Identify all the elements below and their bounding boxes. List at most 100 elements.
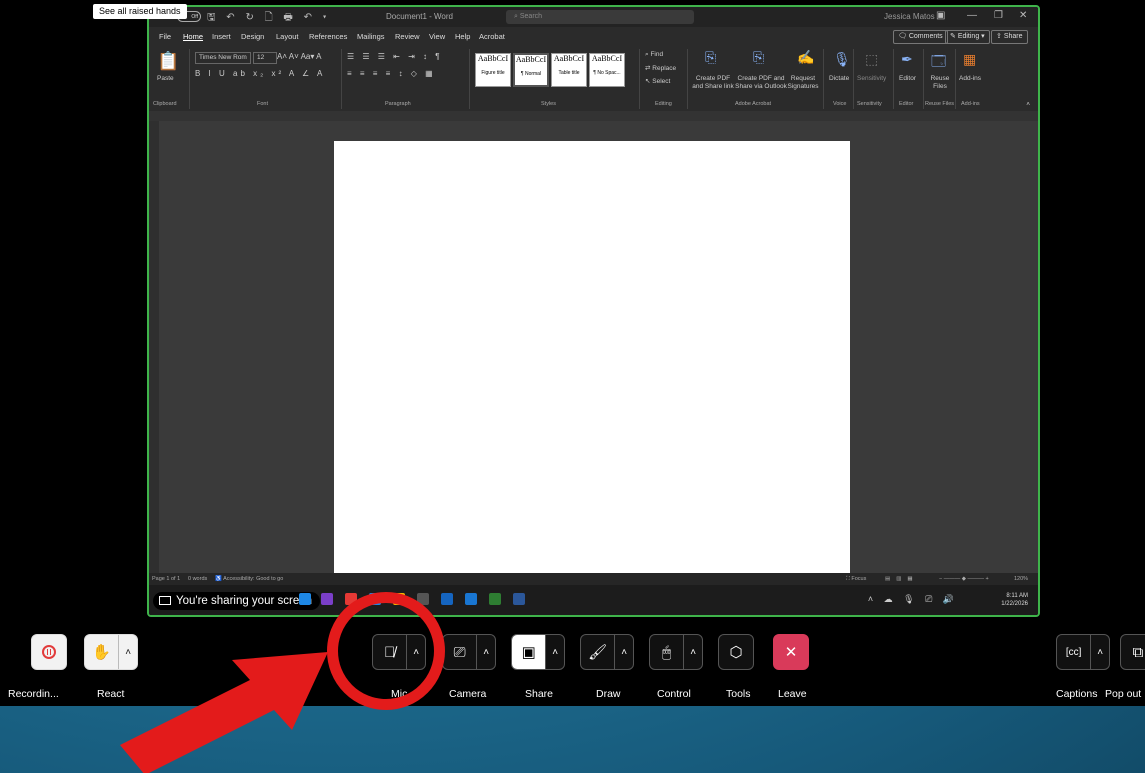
draw-button[interactable]: 🖌 ˄ (580, 634, 634, 670)
word-statusbar: Page 1 of 1 0 words ♿ Accessibility: Goo… (149, 573, 1038, 585)
tab-file[interactable]: File (159, 32, 171, 41)
tab-review[interactable]: Review (395, 32, 420, 41)
create-pdf-share-link[interactable]: Create PDF and Share link (691, 75, 735, 91)
taskbar-app-g[interactable] (489, 593, 501, 605)
taskbar-app-store[interactable] (369, 593, 381, 605)
group-editor: Editor (899, 101, 914, 107)
style-name: ¶ No Spac... (593, 70, 621, 76)
document-page[interactable] (334, 141, 850, 573)
share-doc-button[interactable]: ⇪ Share (991, 30, 1028, 44)
mic-caret-icon[interactable]: ˄ (406, 635, 425, 669)
group-clipboard: Clipboard (153, 101, 177, 107)
style-no-spacing[interactable]: AaBbCcI ¶ No Spac... (589, 53, 625, 87)
taskbar-clock[interactable]: 8:11 AM 1/22/2026 (1001, 592, 1028, 608)
find-button[interactable]: ⌕ Find (645, 51, 663, 59)
taskbar-app-explorer[interactable] (393, 593, 405, 605)
focus-button[interactable]: ⛶ Focus (846, 573, 866, 585)
camera-caret-icon[interactable]: ˄ (476, 635, 495, 669)
taskbar-app-word[interactable] (513, 593, 525, 605)
taskbar-app-settings[interactable] (417, 593, 429, 605)
style-figure-title[interactable]: AaBbCcI Figure title (475, 53, 511, 87)
sensitivity-button[interactable]: Sensitivity (857, 75, 886, 82)
captions-caret-icon[interactable]: ˄ (1090, 635, 1109, 669)
restore-icon[interactable]: ❐ (994, 10, 1003, 21)
style-table-title[interactable]: AaBbCcI Table title (551, 53, 587, 87)
document-workspace (149, 121, 1038, 573)
taskbar-app-word-alt[interactable] (441, 593, 453, 605)
react-label: React (97, 688, 125, 700)
taskbar-app-r[interactable] (465, 593, 477, 605)
ribbon-display-icon[interactable]: ▣ (936, 10, 945, 21)
tab-mailings[interactable]: Mailings (357, 32, 385, 41)
font-format-buttons[interactable]: B I U ab x₂ x² A ∠ A (195, 69, 325, 78)
share-caret-icon[interactable]: ˄ (545, 635, 564, 669)
reuse-files-button[interactable]: Reuse Files (927, 75, 953, 91)
list-buttons[interactable]: ☰ ☰ ☰ ⇤ ⇥ ↕ ¶ (347, 52, 443, 61)
dictate-button[interactable]: Dictate (829, 75, 849, 82)
accessibility-label: Accessibility: Good to go (223, 576, 284, 582)
user-name[interactable]: Jessica Matos (884, 12, 935, 21)
share-doc-label: Share (1003, 33, 1023, 40)
tools-button[interactable]: ⬡ (718, 634, 754, 670)
taskbar-app-outlook[interactable] (299, 593, 311, 605)
search-input[interactable]: ⌕ Search (506, 10, 694, 24)
tab-acrobat[interactable]: Acrobat (479, 32, 505, 41)
control-label: Control (657, 688, 691, 700)
react-caret-icon[interactable]: ˄ (118, 635, 137, 669)
see-raised-hands-button[interactable]: See all raised hands (93, 4, 187, 19)
taskbar-app-chrome[interactable] (345, 593, 357, 605)
view-buttons[interactable]: ▤▥▦ (885, 573, 919, 585)
share-button[interactable]: ▣ ˄ (511, 634, 565, 670)
control-button[interactable]: 🖱 ˄ (649, 634, 703, 670)
create-pdf-outlook[interactable]: Create PDF and Share via Outlook (735, 75, 787, 91)
font-name-select[interactable]: Times New Rom (195, 52, 251, 64)
camera-off-icon: ⎚ (453, 643, 466, 661)
addins-button[interactable]: Add-ins (959, 75, 981, 82)
divider (923, 49, 924, 109)
taskbar-app-onenote[interactable] (321, 593, 333, 605)
paste-icon[interactable]: 📋 (157, 51, 179, 72)
alignment-buttons[interactable]: ≡ ≡ ≡ ≡ ↕ ◇ ▦ (347, 69, 436, 78)
close-icon[interactable]: ✕ (1019, 10, 1027, 21)
popout-button[interactable]: ⧉ (1120, 634, 1145, 670)
style-normal[interactable]: AaBbCcI ¶ Normal (513, 53, 549, 87)
share-label: Share (525, 688, 554, 700)
pdf-outlook-icon: ⎘ (753, 49, 765, 65)
paste-label[interactable]: Paste (157, 75, 174, 82)
zoom-slider[interactable]: − ——— ◆ ——— + (939, 573, 989, 585)
select-button[interactable]: ↖ Select (645, 77, 670, 85)
tab-insert[interactable]: Insert (212, 32, 231, 41)
font-size-select[interactable]: 12 (253, 52, 277, 64)
tab-help[interactable]: Help (455, 32, 470, 41)
tab-view[interactable]: View (429, 32, 445, 41)
tab-home[interactable]: Home (183, 32, 203, 41)
system-tray-icons[interactable]: ˄ ☁ 🎙 ⎚ 🔊 (868, 594, 958, 605)
tab-design[interactable]: Design (241, 32, 264, 41)
request-signatures[interactable]: Request Signatures (787, 75, 819, 91)
mic-button[interactable]: 🎙̸ ˄ (372, 634, 426, 670)
minimize-icon[interactable]: — (967, 10, 977, 21)
divider (823, 49, 824, 109)
sharing-indicator[interactable]: You're sharing your screen (153, 592, 321, 610)
editing-mode-button[interactable]: ✎ Editing ▾ (945, 30, 990, 44)
zoom-level[interactable]: 120% (1014, 573, 1028, 585)
camera-button[interactable]: ⎚ ˄ (442, 634, 496, 670)
tab-layout[interactable]: Layout (276, 32, 299, 41)
replace-button[interactable]: ⇄ Replace (645, 64, 676, 72)
recording-button[interactable] (31, 634, 67, 670)
editor-button[interactable]: Editor (899, 75, 916, 82)
draw-caret-icon[interactable]: ˄ (614, 635, 633, 669)
quick-access-icons[interactable]: 🖫 ↶ ↻ 🗋 🖶 ↶ ▾ (207, 10, 331, 27)
group-voice: Voice (833, 101, 847, 107)
tab-references[interactable]: References (309, 32, 347, 41)
collapse-ribbon-icon[interactable]: ˄ (1026, 101, 1030, 108)
captions-button[interactable]: [cc] ˄ (1056, 634, 1110, 670)
react-button[interactable]: ✋ ˄ (84, 634, 138, 670)
accessibility-status[interactable]: ♿ Accessibility: Good to go (215, 573, 283, 585)
monitor-icon (159, 596, 171, 605)
leave-button[interactable]: ✕ (773, 634, 809, 670)
font-size-buttons[interactable]: A˄ A˅ Aa▾ A (277, 52, 322, 61)
control-caret-icon[interactable]: ˄ (683, 635, 702, 669)
divider (469, 49, 470, 109)
comments-button[interactable]: 🗨 Comments (893, 30, 948, 44)
